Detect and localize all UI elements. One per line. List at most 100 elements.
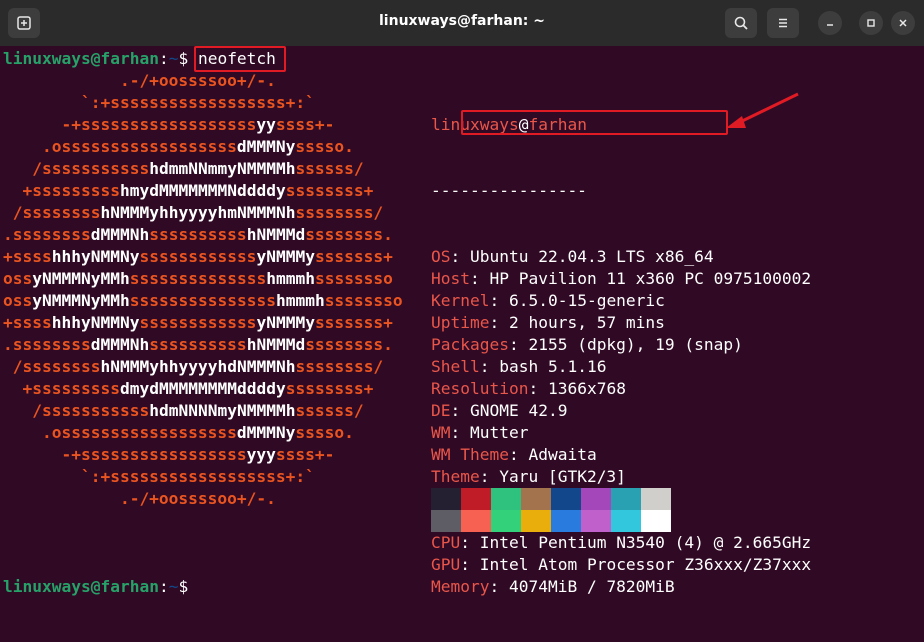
ubuntu-ascii-logo: .-/+oossssoo+/-. `:+ssssssssssssssssss+:… — [3, 70, 403, 510]
palette-swatch — [611, 510, 641, 532]
prompt-at: @ — [90, 49, 101, 68]
info-key: WM — [431, 423, 451, 442]
ascii-line: `:+ssssssssssssssssss+:` — [3, 93, 315, 112]
info-value: Mutter — [470, 423, 529, 442]
terminal-area[interactable]: linuxways@farhan:~$ neofetch .-/+oosssso… — [0, 46, 924, 601]
info-field-cpu: CPU: Intel Pentium N3540 (4) @ 2.665GHz — [431, 533, 812, 552]
ascii-line: .ssssssssdMMMNhsssssssssshNMMMdssssssss. — [3, 335, 393, 354]
info-value: 4074MiB / 7820MiB — [508, 577, 675, 596]
hamburger-icon — [779, 18, 787, 28]
info-field-shell: Shell: bash 5.1.16 — [431, 357, 607, 376]
final-prompt-at: @ — [90, 577, 101, 596]
prompt-symbol: $ — [178, 49, 189, 68]
palette-swatch — [521, 510, 551, 532]
info-value: 1366x768 — [547, 379, 626, 398]
info-key: OS — [431, 247, 451, 266]
maximize-button[interactable] — [859, 11, 883, 35]
info-key: WM Theme — [431, 445, 509, 464]
ascii-line: .ossssssssssssssssssdMMMNysssso. — [3, 137, 354, 156]
info-key: Memory — [431, 577, 490, 596]
ascii-line: +sssssssssdmydMMMMMMMMddddyssssssss+ — [3, 379, 374, 398]
palette-swatch — [461, 488, 491, 510]
palette-swatch — [611, 488, 641, 510]
palette-swatch — [521, 488, 551, 510]
palette-row-bright — [431, 510, 671, 532]
ascii-line: .ossssssssssssssssssdMMMNysssso. — [3, 423, 354, 442]
palette-swatch — [551, 488, 581, 510]
terminal-window: linuxways@farhan: ~ linuxways@farhan:~$ … — [0, 0, 924, 601]
final-prompt-user: linuxways — [3, 577, 91, 596]
ascii-line: ossyNMMMNyMMhsssssssssssssshmmmhssssssso — [3, 269, 393, 288]
ascii-line: -+ssssssssssssssssssyyssss+- — [3, 115, 335, 134]
final-prompt-host: farhan — [100, 577, 159, 596]
minimize-icon — [827, 24, 833, 26]
maximize-icon — [867, 19, 875, 27]
search-button[interactable] — [725, 8, 757, 38]
info-value: Adwaita — [528, 445, 597, 464]
info-field-packages: Packages: 2155 (dpkg), 19 (snap) — [431, 335, 743, 354]
info-value: 6.5.0-15-generic — [508, 291, 665, 310]
command-highlight-box — [194, 46, 286, 72]
palette-swatch — [491, 488, 521, 510]
info-key: Packages — [431, 335, 509, 354]
ascii-line: +sssshhhyNMMNyssssssssssssyNMMMysssssss+ — [3, 247, 393, 266]
prompt-path: ~ — [168, 49, 179, 68]
palette-swatch — [431, 488, 461, 510]
info-field-host: Host: HP Pavilion 11 x360 PC 0975100002 — [431, 269, 812, 288]
info-key: Resolution — [431, 379, 529, 398]
info-value: GNOME 42.9 — [470, 401, 568, 420]
ascii-line: /sssssssshNMMMyhhyyyyhmNMMMNhssssssss/ — [3, 203, 384, 222]
info-key: Shell — [431, 357, 480, 376]
info-field-uptime: Uptime: 2 hours, 57 mins — [431, 313, 665, 332]
info-field-kernel: Kernel: 6.5.0-15-generic — [431, 291, 665, 310]
ascii-line: .-/+oossssoo+/-. — [3, 71, 276, 90]
info-field-memory: Memory: 4074MiB / 7820MiB — [431, 577, 675, 596]
info-field-theme: Theme: Yaru [GTK2/3] — [431, 467, 626, 486]
ascii-line: /ssssssssssshdmmNNmmyNMMMMhssssss/ — [3, 159, 364, 178]
palette-swatch — [491, 510, 521, 532]
info-key: Kernel — [431, 291, 490, 310]
menu-button[interactable] — [767, 8, 799, 38]
minimize-button[interactable] — [818, 11, 842, 35]
palette-swatch — [581, 488, 611, 510]
ascii-line: /sssssssshNMMMyhhyyyyhdNMMMNhssssssss/ — [3, 357, 384, 376]
info-field-gpu: GPU: Intel Atom Processor Z36xxx/Z37xxx — [431, 555, 812, 574]
ascii-line: +ssssssssshmydMMMMMMMNddddyssssssss+ — [3, 181, 374, 200]
info-value: Ubuntu 22.04.3 LTS x86_64 — [470, 247, 714, 266]
final-prompt-colon: : — [158, 577, 169, 596]
title-bar: linuxways@farhan: ~ — [0, 0, 924, 46]
info-value: Intel Atom Processor Z36xxx/Z37xxx — [479, 555, 812, 574]
info-value: Yaru [GTK2/3] — [499, 467, 626, 486]
prompt-colon: : — [158, 49, 169, 68]
prompt-host: farhan — [100, 49, 159, 68]
ascii-line: `:+ssssssssssssssssss+:` — [3, 467, 315, 486]
palette-row-normal — [431, 488, 671, 510]
info-field-wm: WM: Mutter — [431, 423, 529, 442]
annotation-arrow — [726, 92, 799, 128]
info-value: Intel Pentium N3540 (4) @ 2.665GHz — [479, 533, 812, 552]
os-highlight-box — [461, 110, 728, 135]
palette-swatch — [551, 510, 581, 532]
prompt-user: linuxways — [3, 49, 91, 68]
info-key: Theme — [431, 467, 480, 486]
info-value: 2 hours, 57 mins — [508, 313, 665, 332]
info-value: HP Pavilion 11 x360 PC 0975100002 — [489, 269, 812, 288]
system-info-panel: linuxways@farhan ---------------- OS: Ub… — [431, 70, 811, 642]
ascii-line: ossyNMMMNyMMhssssssssssssssshmmmhsssssss… — [3, 291, 403, 310]
final-prompt-line: linuxways@farhan:~$ — [3, 576, 188, 598]
info-key: DE — [431, 401, 451, 420]
info-field-wm-theme: WM Theme: Adwaita — [431, 445, 597, 464]
ascii-line: /ssssssssssshdmNNNNmyNMMMMhssssss/ — [3, 401, 364, 420]
ascii-line: .ssssssssdMMMNhsssssssssshNMMMdssssssss. — [3, 225, 393, 244]
info-value: bash 5.1.16 — [499, 357, 607, 376]
info-key: GPU — [431, 555, 461, 574]
ascii-line: +sssshhhyNMMNyssssssssssssyNMMMysssssss+ — [3, 313, 393, 332]
ascii-line: .-/+oossssoo+/-. — [3, 489, 276, 508]
close-button[interactable] — [891, 11, 915, 35]
palette-swatch — [641, 488, 671, 510]
info-key: CPU — [431, 533, 461, 552]
palette-swatch — [581, 510, 611, 532]
info-field-resolution: Resolution: 1366x768 — [431, 379, 626, 398]
info-key: Host — [431, 269, 470, 288]
palette-swatch — [641, 510, 671, 532]
